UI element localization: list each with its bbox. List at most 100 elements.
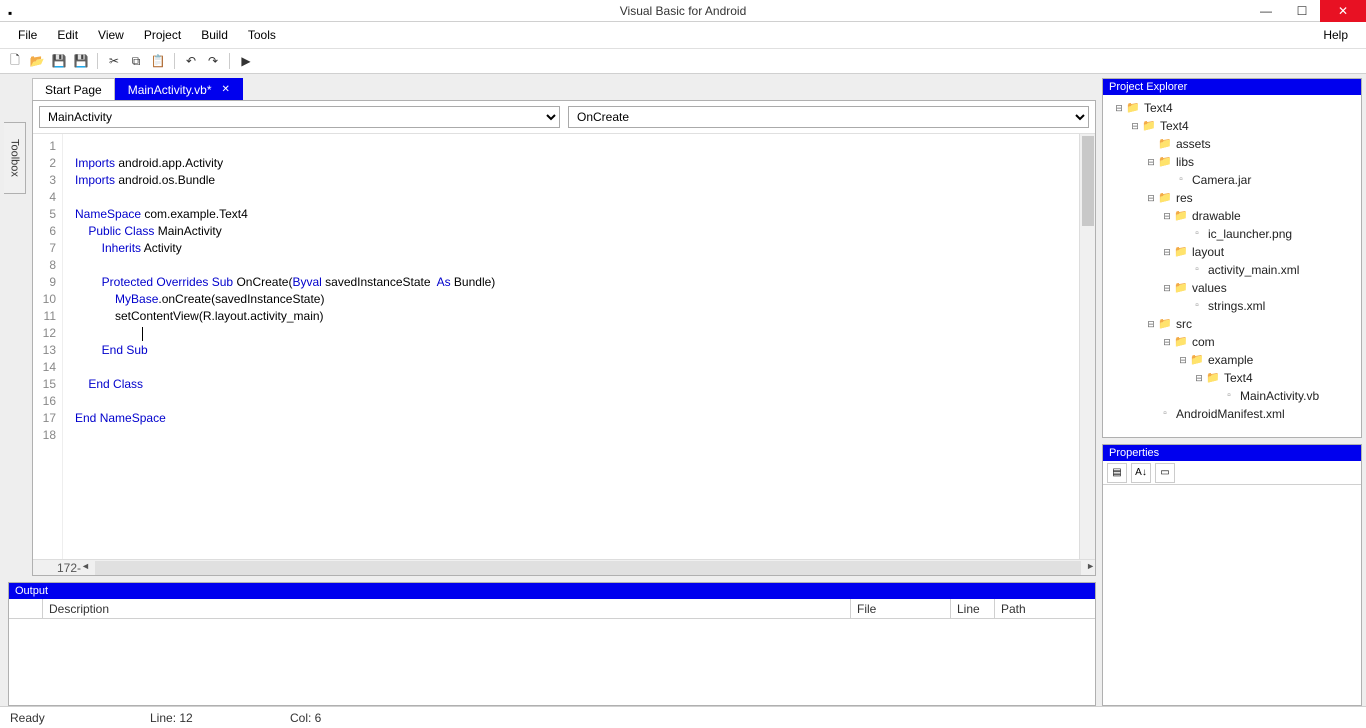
tree-node[interactable]: ▫ic_launcher.png [1105, 225, 1359, 243]
tree-node[interactable]: ▫activity_main.xml [1105, 261, 1359, 279]
menu-view[interactable]: View [88, 24, 134, 46]
tab-start-page[interactable]: Start Page [32, 78, 115, 100]
folder-icon: 📁 [1157, 191, 1173, 205]
tree-label: AndroidManifest.xml [1176, 405, 1285, 423]
folder-icon: 📁 [1173, 281, 1189, 295]
tree-label: Text4 [1144, 99, 1173, 117]
tree-label: Camera.jar [1192, 171, 1251, 189]
code-editor[interactable]: 123456789101112131415161718 Imports andr… [33, 134, 1095, 559]
close-button[interactable]: ✕ [1320, 0, 1366, 22]
maximize-button[interactable]: ☐ [1284, 0, 1320, 22]
close-tab-icon[interactable]: ✕ [222, 84, 230, 95]
window-title: Visual Basic for Android [620, 4, 747, 18]
tree-node[interactable]: ⊟📁libs [1105, 153, 1359, 171]
project-explorer-header: Project Explorer [1103, 79, 1361, 95]
props-pages-icon[interactable]: ▭ [1155, 463, 1175, 483]
folder-icon: 📁 [1141, 119, 1157, 133]
folder-icon: 📁 [1173, 245, 1189, 259]
menu-file[interactable]: File [8, 24, 47, 46]
code-body[interactable]: Imports android.app.ActivityImports andr… [63, 134, 1079, 559]
tree-node[interactable]: 📁assets [1105, 135, 1359, 153]
save-icon[interactable]: 💾 [50, 52, 68, 70]
redo-icon[interactable]: ↷ [204, 52, 222, 70]
project-tree[interactable]: ⊟📁Text4⊟📁Text4📁assets⊟📁libs▫Camera.jar⊟📁… [1103, 95, 1361, 427]
folder-icon: 📁 [1157, 155, 1173, 169]
menu-build[interactable]: Build [191, 24, 238, 46]
tree-label: com [1192, 333, 1215, 351]
tree-node[interactable]: ⊟📁example [1105, 351, 1359, 369]
tree-node[interactable]: ⊟📁layout [1105, 243, 1359, 261]
status-ready: Ready [10, 711, 90, 725]
col-line[interactable]: Line [951, 599, 995, 618]
properties-header: Properties [1103, 445, 1361, 461]
menu-edit[interactable]: Edit [47, 24, 88, 46]
toolbox-tab[interactable]: Toolbox [4, 122, 26, 194]
tree-node[interactable]: ⊟📁Text4 [1105, 369, 1359, 387]
tree-label: activity_main.xml [1208, 261, 1299, 279]
new-file-icon[interactable]: 🗋 [6, 52, 24, 70]
tree-node[interactable]: ▫strings.xml [1105, 297, 1359, 315]
method-selector[interactable]: OnCreate [568, 106, 1089, 128]
tree-label: example [1208, 351, 1253, 369]
tree-label: res [1176, 189, 1193, 207]
tree-label: Text4 [1224, 369, 1253, 387]
tree-label: strings.xml [1208, 297, 1265, 315]
save-all-icon[interactable]: 💾 [72, 52, 90, 70]
cut-icon[interactable]: ✂ [105, 52, 123, 70]
title-bar: ▪ Visual Basic for Android — ☐ ✕ [0, 0, 1366, 22]
file-icon: ▫ [1189, 263, 1205, 277]
props-categorized-icon[interactable]: ▤ [1107, 463, 1127, 483]
output-body[interactable] [9, 619, 1095, 705]
tab-mainactivity[interactable]: MainActivity.vb*✕ [115, 78, 243, 100]
tree-node[interactable]: ⊟📁drawable [1105, 207, 1359, 225]
file-icon: ▫ [1221, 389, 1237, 403]
tree-node[interactable]: ⊟📁values [1105, 279, 1359, 297]
tree-node[interactable]: ⊟📁Text4 [1105, 99, 1359, 117]
col-description[interactable]: Description [43, 599, 851, 618]
tree-node[interactable]: ⊟📁Text4 [1105, 117, 1359, 135]
tree-label: assets [1176, 135, 1211, 153]
tree-node[interactable]: ⊟📁com [1105, 333, 1359, 351]
tree-label: src [1176, 315, 1192, 333]
folder-icon: 📁 [1157, 137, 1173, 151]
folder-icon: 📁 [1157, 317, 1173, 331]
menu-tools[interactable]: Tools [238, 24, 286, 46]
minimize-button[interactable]: — [1248, 0, 1284, 22]
editor-pane: MainActivity OnCreate 123456789101112131… [32, 100, 1096, 576]
properties-body[interactable] [1103, 485, 1361, 705]
open-icon[interactable]: 📂 [28, 52, 46, 70]
props-alpha-icon[interactable]: A↓ [1131, 463, 1151, 483]
undo-icon[interactable]: ↶ [182, 52, 200, 70]
folder-icon: 📁 [1205, 371, 1221, 385]
status-bar: Ready Line: 12 Col: 6 [0, 706, 1366, 728]
tree-node[interactable]: ▫Camera.jar [1105, 171, 1359, 189]
file-icon: ▫ [1189, 299, 1205, 313]
horizontal-scrollbar[interactable] [95, 561, 1081, 575]
tree-node[interactable]: ▫AndroidManifest.xml [1105, 405, 1359, 423]
vertical-scrollbar[interactable] [1079, 134, 1095, 559]
tree-label: ic_launcher.png [1208, 225, 1292, 243]
main-area: Toolbox Start Page MainActivity.vb*✕ Mai… [0, 74, 1366, 706]
class-selector[interactable]: MainActivity [39, 106, 560, 128]
file-icon: ▫ [1157, 407, 1173, 421]
toolbar: 🗋 📂 💾 💾 ✂ ⧉ 📋 ↶ ↷ ▶ [0, 48, 1366, 74]
file-icon: ▫ [1189, 227, 1205, 241]
col-path[interactable]: Path [995, 599, 1095, 618]
paste-icon[interactable]: 📋 [149, 52, 167, 70]
col-icon[interactable] [9, 599, 43, 618]
output-columns: Description File Line Path [9, 599, 1095, 619]
tree-label: Text4 [1160, 117, 1189, 135]
copy-icon[interactable]: ⧉ [127, 52, 145, 70]
tree-node[interactable]: ⊟📁src [1105, 315, 1359, 333]
folder-icon: 📁 [1173, 209, 1189, 223]
folder-icon: 📁 [1189, 353, 1205, 367]
tree-node[interactable]: ▫MainActivity.vb [1105, 387, 1359, 405]
menu-help[interactable]: Help [1313, 24, 1358, 46]
col-file[interactable]: File [851, 599, 951, 618]
properties-toolbar: ▤ A↓ ▭ [1103, 461, 1361, 485]
project-explorer-panel: Project Explorer ⊟📁Text4⊟📁Text4📁assets⊟📁… [1102, 78, 1362, 438]
tree-node[interactable]: ⊟📁res [1105, 189, 1359, 207]
menu-project[interactable]: Project [134, 24, 191, 46]
zoom-label[interactable]: 172- [57, 561, 81, 575]
run-icon[interactable]: ▶ [237, 52, 255, 70]
